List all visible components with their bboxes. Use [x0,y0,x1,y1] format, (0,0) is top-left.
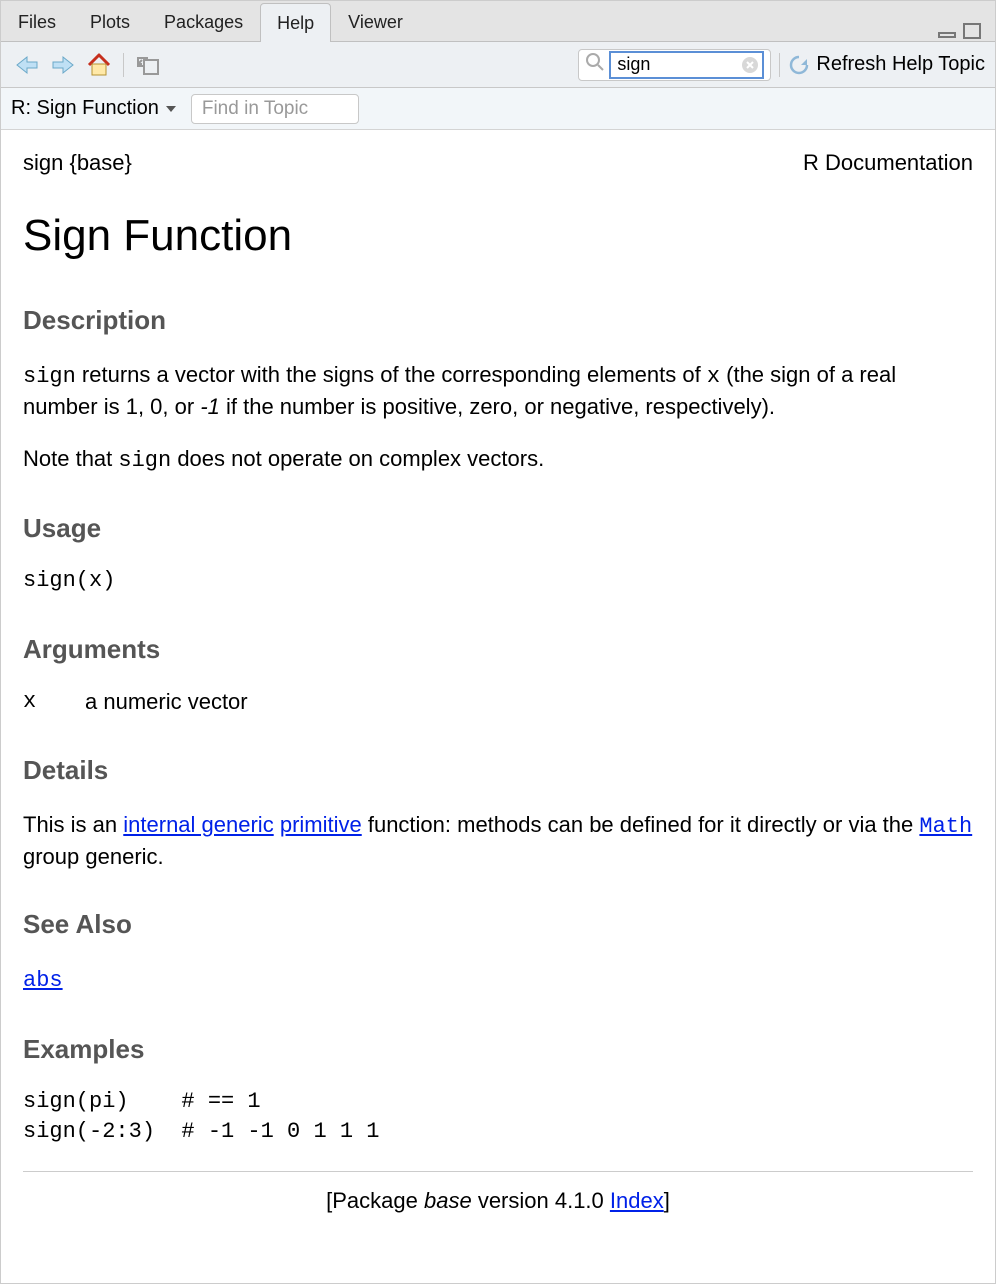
examples-code: sign(pi) # == 1 sign(-2:3) # -1 -1 0 1 1… [23,1087,973,1146]
tab-help[interactable]: Help [260,3,331,42]
clear-search-icon[interactable] [741,56,759,79]
help-search [578,49,771,81]
find-in-topic-input[interactable] [191,94,359,124]
maximize-pane-icon[interactable] [961,21,983,41]
package-footer: [Package base version 4.1.0 Index] [23,1186,973,1216]
footer-separator [23,1171,973,1172]
topic-package: sign {base} [23,148,132,178]
toolbar-separator [779,53,780,77]
tab-files[interactable]: Files [1,2,73,41]
section-usage: Usage [23,511,973,546]
description-paragraph-2: Note that sign does not operate on compl… [23,444,973,476]
link-abs[interactable]: abs [23,968,63,993]
usage-code: sign(x) [23,566,973,596]
section-seealso: See Also [23,907,973,942]
topic-title: R: Sign Function [11,97,159,120]
topic-dropdown[interactable]: R: Sign Function [11,97,177,120]
tab-packages[interactable]: Packages [147,2,260,41]
r-documentation-label: R Documentation [803,148,973,178]
details-paragraph: This is an internal generic primitive fu… [23,810,973,871]
argument-name: x [23,687,51,717]
minimize-pane-icon[interactable] [937,23,959,39]
section-arguments: Arguments [23,632,973,667]
pane-tabstrip: Files Plots Packages Help Viewer [1,1,995,42]
help-subbar: R: Sign Function [1,88,995,130]
section-details: Details [23,753,973,788]
refresh-button[interactable]: Refresh Help Topic [788,53,985,76]
link-internal-generic[interactable]: internal generic [123,812,273,837]
section-description: Description [23,303,973,338]
help-content: sign {base} R Documentation Sign Functio… [1,130,995,1283]
link-primitive[interactable]: primitive [280,812,362,837]
search-icon [585,52,605,77]
argument-row: x a numeric vector [23,687,973,717]
tab-plots[interactable]: Plots [73,2,147,41]
toolbar-separator [123,53,124,77]
chevron-down-icon [165,104,177,114]
open-in-window-button[interactable] [132,49,164,81]
back-button[interactable] [11,49,43,81]
link-index[interactable]: Index [610,1188,664,1213]
home-button[interactable] [83,49,115,81]
forward-button[interactable] [47,49,79,81]
link-math[interactable]: Math [919,814,972,839]
section-examples: Examples [23,1032,973,1067]
help-toolbar: Refresh Help Topic [1,42,995,88]
argument-description: a numeric vector [85,687,248,717]
refresh-label: Refresh Help Topic [816,53,985,76]
description-paragraph-1: sign returns a vector with the signs of … [23,360,973,421]
page-title: Sign Function [23,206,973,265]
tab-viewer[interactable]: Viewer [331,2,420,41]
